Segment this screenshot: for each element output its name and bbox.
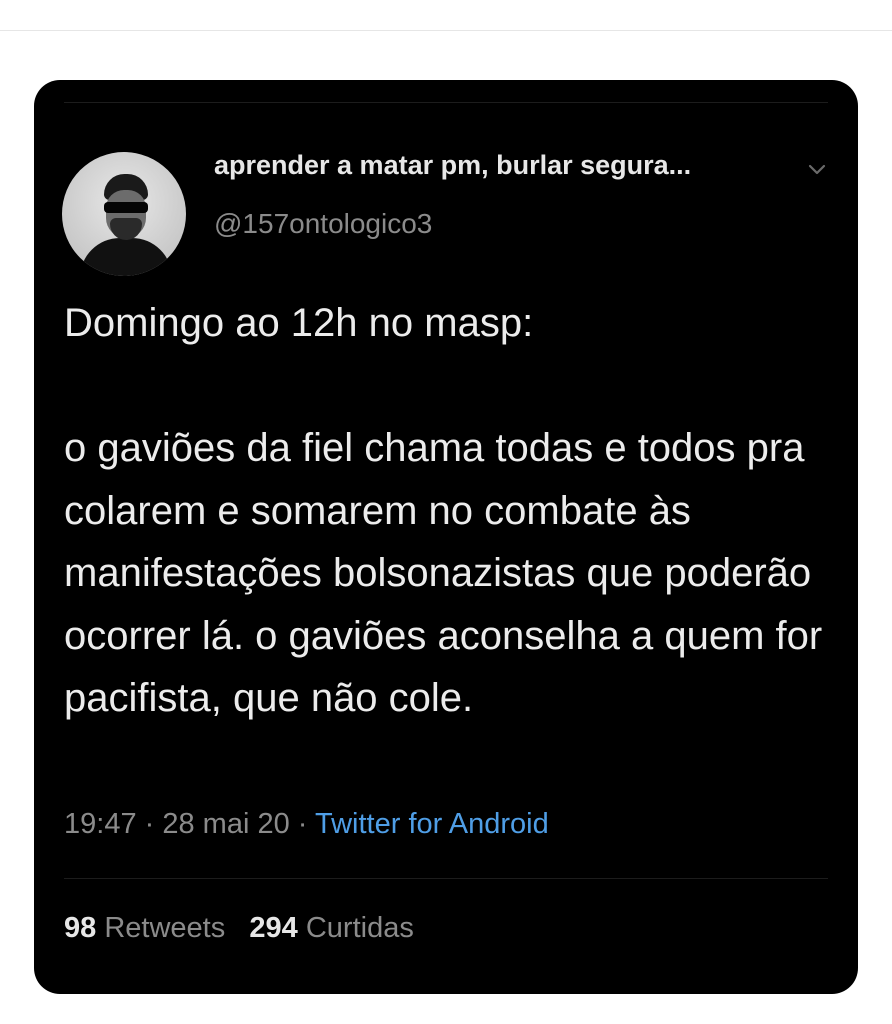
chevron-down-icon[interactable] bbox=[806, 158, 828, 180]
top-divider-line bbox=[64, 102, 828, 103]
retweets-stat[interactable]: 98 Retweets bbox=[64, 912, 233, 944]
meta-separator: · bbox=[297, 808, 315, 840]
avatar[interactable] bbox=[62, 152, 186, 276]
likes-count: 294 bbox=[249, 912, 298, 944]
display-name[interactable]: aprender a matar pm, burlar segura... bbox=[214, 150, 691, 181]
meta-separator: · bbox=[144, 808, 163, 840]
top-divider bbox=[0, 30, 892, 31]
tweet-text: Domingo ao 12h no masp: o gaviões da fie… bbox=[64, 301, 823, 720]
likes-label: Curtidas bbox=[305, 912, 414, 944]
tweet-time: 19:47 bbox=[64, 808, 137, 840]
user-handle[interactable]: @157ontologico3 bbox=[214, 208, 432, 240]
tweet-stats: 98 Retweets 294 Curtidas bbox=[64, 912, 414, 945]
retweets-count: 98 bbox=[64, 912, 97, 944]
retweets-label: Retweets bbox=[104, 912, 226, 944]
tweet-source-link[interactable]: Twitter for Android bbox=[315, 808, 549, 840]
tweet-card: aprender a matar pm, burlar segura... @1… bbox=[34, 80, 858, 994]
stats-divider bbox=[64, 878, 828, 879]
likes-stat[interactable]: 294 Curtidas bbox=[249, 912, 413, 944]
tweet-date: 28 mai 20 bbox=[162, 808, 290, 840]
tweet-meta: 19:47 · 28 mai 20 · Twitter for Android bbox=[64, 808, 549, 841]
